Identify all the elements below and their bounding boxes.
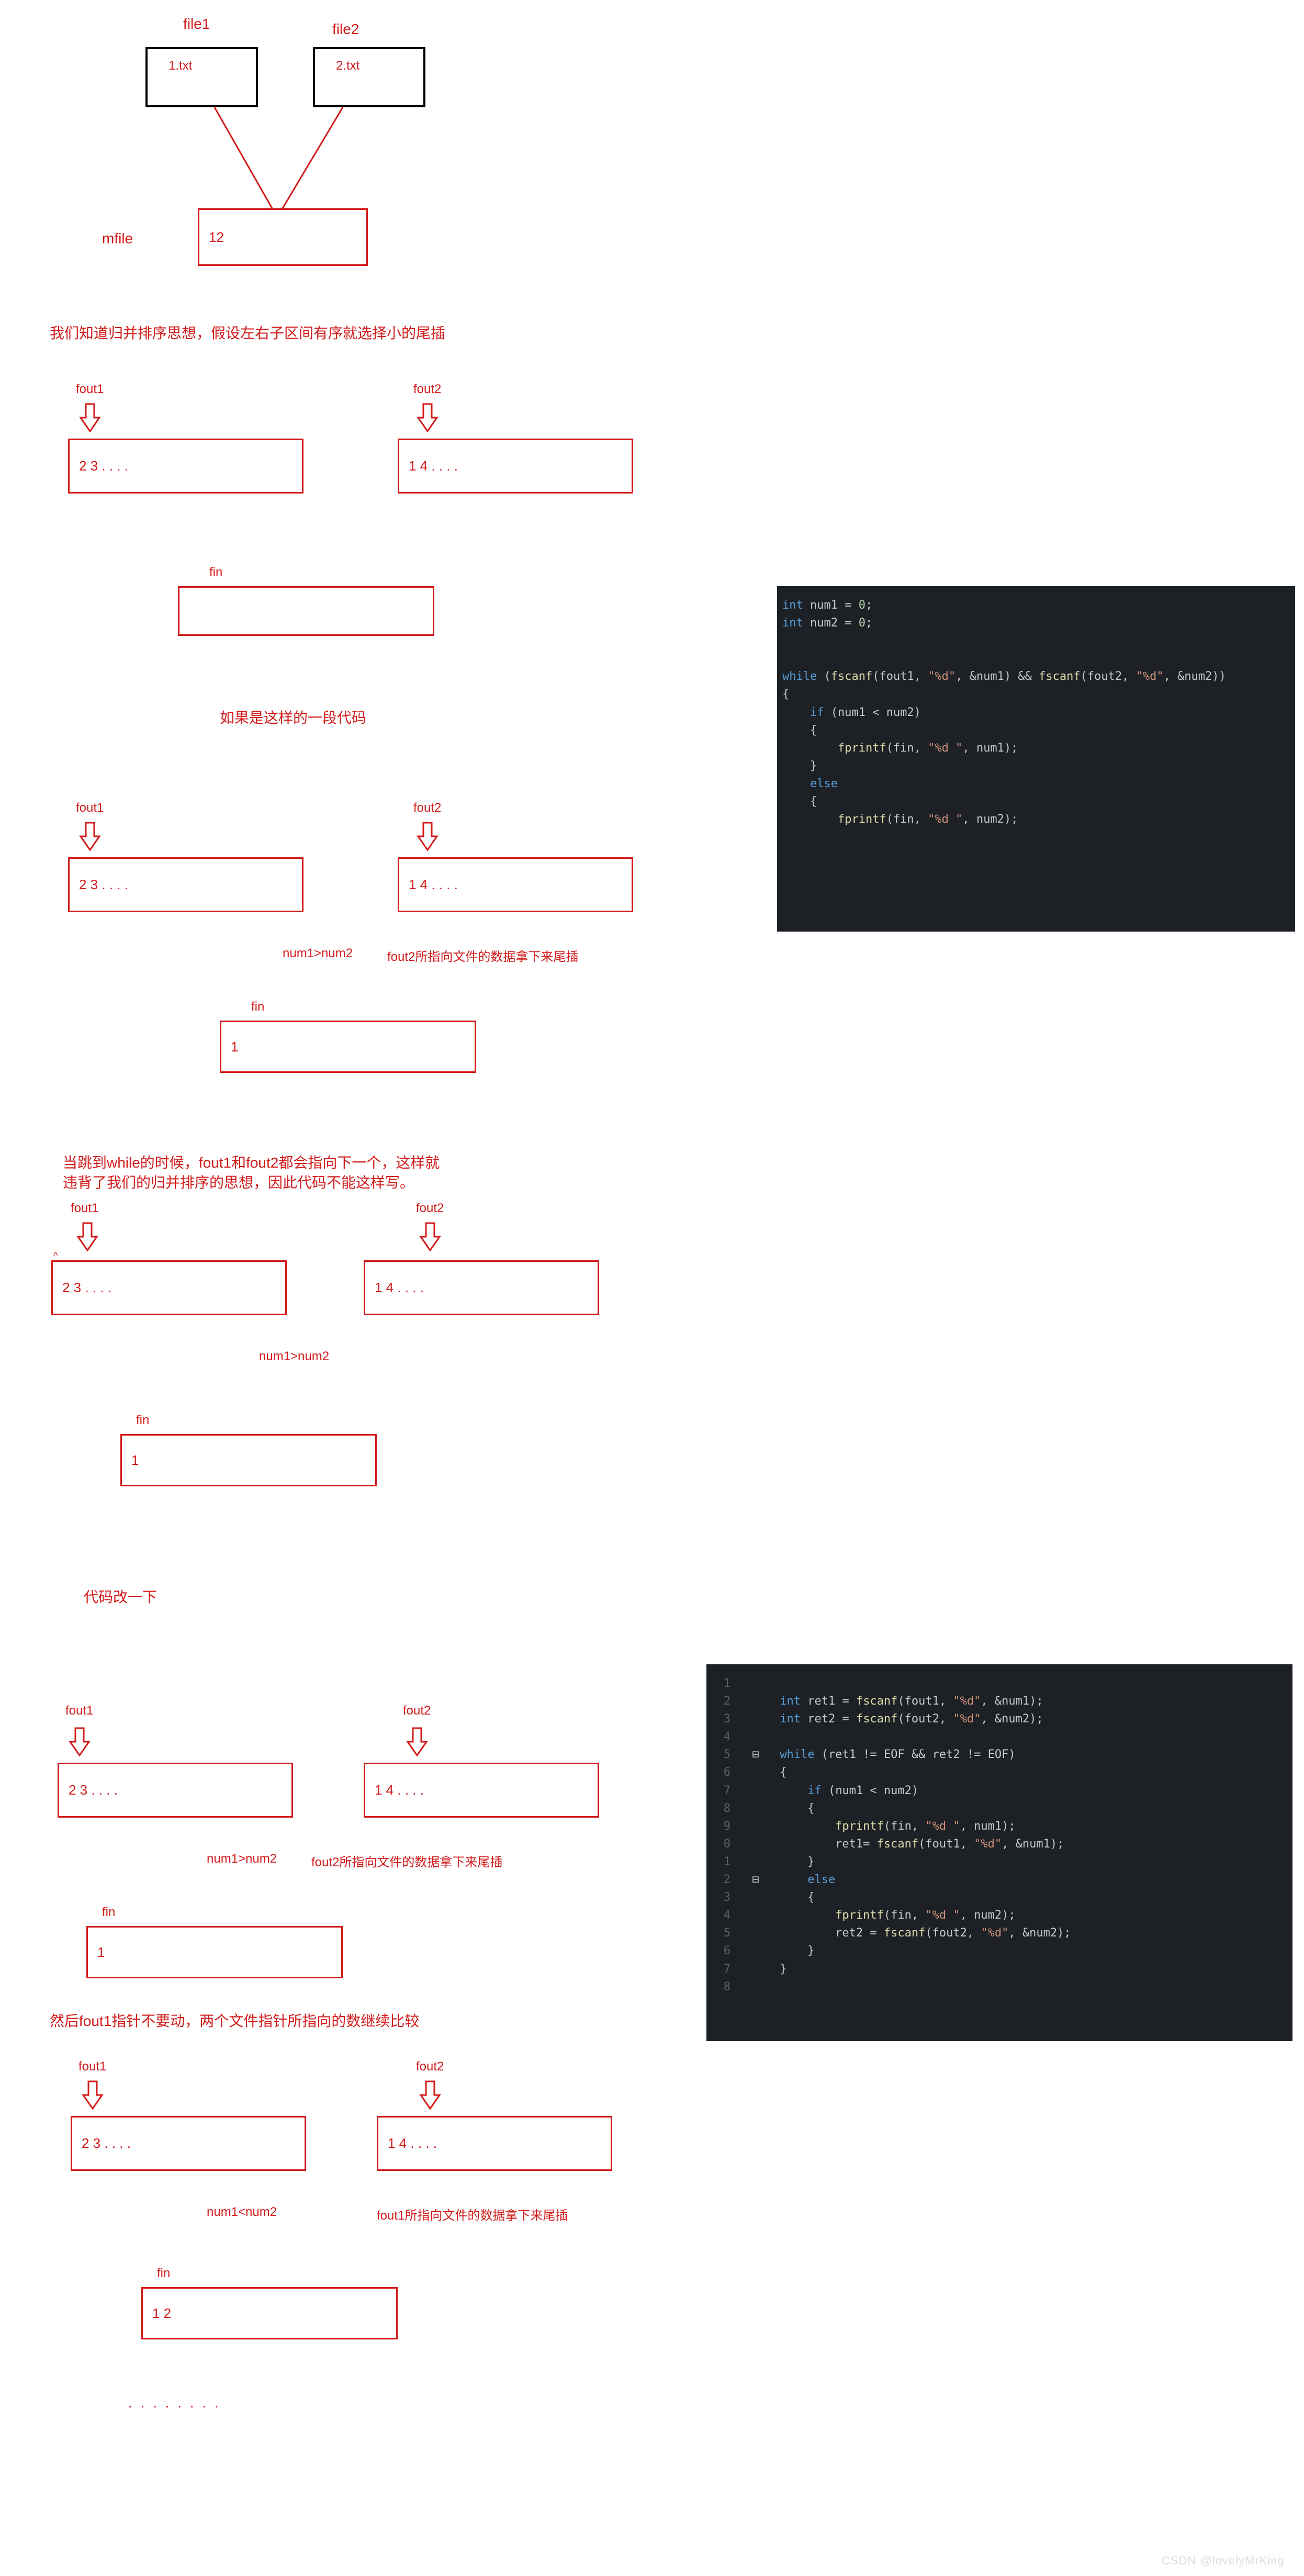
explain-text-2: 如果是这样的一段代码 — [220, 707, 366, 727]
step3-fout1-text: 2 3 . . . . — [62, 1280, 111, 1296]
step4-comp: num1>num2 — [207, 1852, 277, 1866]
code-block-2: 1 2 int ret1 = fscanf(fout1, "%d", &num1… — [706, 1664, 1292, 2041]
step4-fout1-text: 2 3 . . . . — [69, 1782, 118, 1798]
mfile-label: mfile — [102, 230, 133, 247]
step3-comp: num1>num2 — [259, 1349, 329, 1364]
step1-fout1-box: 2 3 . . . . — [68, 439, 303, 494]
explain-text-3b: 违背了我们的归并排序的思想，因此代码不能这样写。 — [63, 1171, 414, 1192]
step5-fin-label: fin — [157, 2266, 170, 2281]
step1-fout1-label: fout1 — [76, 382, 104, 397]
arrow-icon — [76, 1222, 99, 1251]
step5-fout1-text: 2 3 . . . . — [82, 2135, 131, 2152]
step5-fout2-box: 1 4 . . . . — [377, 2116, 612, 2171]
step4-note: fout2所指向文件的数据拿下来尾插 — [311, 1852, 502, 1870]
arrow-icon — [81, 2080, 104, 2110]
watermark: CSDN @lovelyMrKing — [1162, 2554, 1285, 2568]
arrow-icon — [416, 822, 439, 851]
explain-text-1: 我们知道归并排序思想，假设左右子区间有序就选择小的尾插 — [50, 322, 445, 343]
code-block-1: int num1 = 0; int num2 = 0; while (fscan… — [777, 586, 1295, 932]
step3-fout2-box: 1 4 . . . . — [364, 1260, 599, 1315]
step2-fin-label: fin — [251, 1000, 264, 1014]
continuation-dots: . . . . . . . . — [128, 2394, 221, 2411]
step3-fout2-text: 1 4 . . . . — [375, 1280, 424, 1296]
explain-text-5: 然后fout1指针不要动，两个文件指针所指向的数继续比较 — [50, 2010, 419, 2031]
arrow-icon — [416, 403, 439, 432]
step2-fout1-label: fout1 — [76, 801, 104, 815]
step5-fout1-box: 2 3 . . . . — [71, 2116, 306, 2171]
step4-fout1-box: 2 3 . . . . — [58, 1763, 293, 1818]
step2-fout2-label: fout2 — [413, 801, 441, 815]
arrow-icon — [78, 822, 102, 851]
step2-fout2-text: 1 4 . . . . — [409, 877, 458, 893]
arrow-icon — [68, 1727, 91, 1756]
file1-box-text: 1.txt — [168, 59, 192, 73]
step1-fin-box — [178, 586, 434, 636]
step2-fout2-box: 1 4 . . . . — [398, 857, 633, 912]
file2-box: 2.txt — [313, 47, 425, 107]
step5-fin-text: 1 2 — [152, 2305, 171, 2322]
file2-label: file2 — [332, 21, 359, 38]
step2-fin-text: 1 — [231, 1039, 238, 1055]
merge-box: 12 — [198, 208, 368, 266]
file1-label: file1 — [183, 16, 210, 32]
step1-fin-label: fin — [209, 565, 222, 580]
step2-fout1-box: 2 3 . . . . — [68, 857, 303, 912]
step5-fout2-text: 1 4 . . . . — [388, 2135, 437, 2152]
step2-fin-box: 1 — [220, 1021, 476, 1073]
step2-fout1-text: 2 3 . . . . — [79, 877, 128, 893]
step2-comp: num1>num2 — [283, 946, 353, 961]
step3-fout1-label: fout1 — [71, 1201, 98, 1216]
arrow-icon — [419, 2080, 442, 2110]
step5-note: fout1所指向文件的数据拿下来尾插 — [377, 2205, 568, 2223]
step3-cursor-mark: ^ — [53, 1250, 58, 1261]
step2-note: fout2所指向文件的数据拿下来尾插 — [387, 946, 578, 965]
arrow-icon — [419, 1222, 442, 1251]
step4-fin-box: 1 — [86, 1926, 343, 1978]
step3-fin-text: 1 — [131, 1452, 139, 1469]
step4-fout1-label: fout1 — [65, 1704, 93, 1718]
arrow-icon — [406, 1727, 429, 1756]
step4-fout2-text: 1 4 . . . . — [375, 1782, 424, 1798]
step3-fout2-label: fout2 — [416, 1201, 444, 1216]
file1-box: 1.txt — [145, 47, 258, 107]
step3-fout1-box: 2 3 . . . . — [51, 1260, 287, 1315]
step5-fin-box: 1 2 — [141, 2287, 398, 2339]
step3-fin-label: fin — [136, 1413, 149, 1428]
step5-fout1-label: fout1 — [78, 2059, 106, 2074]
step3-fin-box: 1 — [120, 1434, 377, 1486]
step4-fin-label: fin — [102, 1905, 115, 1920]
step1-fout2-label: fout2 — [413, 382, 441, 397]
step5-fout2-label: fout2 — [416, 2059, 444, 2074]
arrow-icon — [78, 403, 102, 432]
step1-fout2-box: 1 4 . . . . — [398, 439, 633, 494]
file2-box-text: 2.txt — [336, 59, 359, 73]
step4-fin-text: 1 — [97, 1944, 105, 1961]
merge-box-text: 12 — [209, 229, 224, 245]
explain-text-4: 代码改一下 — [84, 1586, 157, 1607]
step1-fout2-text: 1 4 . . . . — [409, 458, 458, 474]
step4-fout2-box: 1 4 . . . . — [364, 1763, 599, 1818]
explain-text-3a: 当跳到while的时候，fout1和fout2都会指向下一个，这样就 — [63, 1151, 440, 1172]
step4-fout2-label: fout2 — [403, 1704, 431, 1718]
step5-comp: num1<num2 — [207, 2205, 277, 2220]
step1-fout1-text: 2 3 . . . . — [79, 458, 128, 474]
